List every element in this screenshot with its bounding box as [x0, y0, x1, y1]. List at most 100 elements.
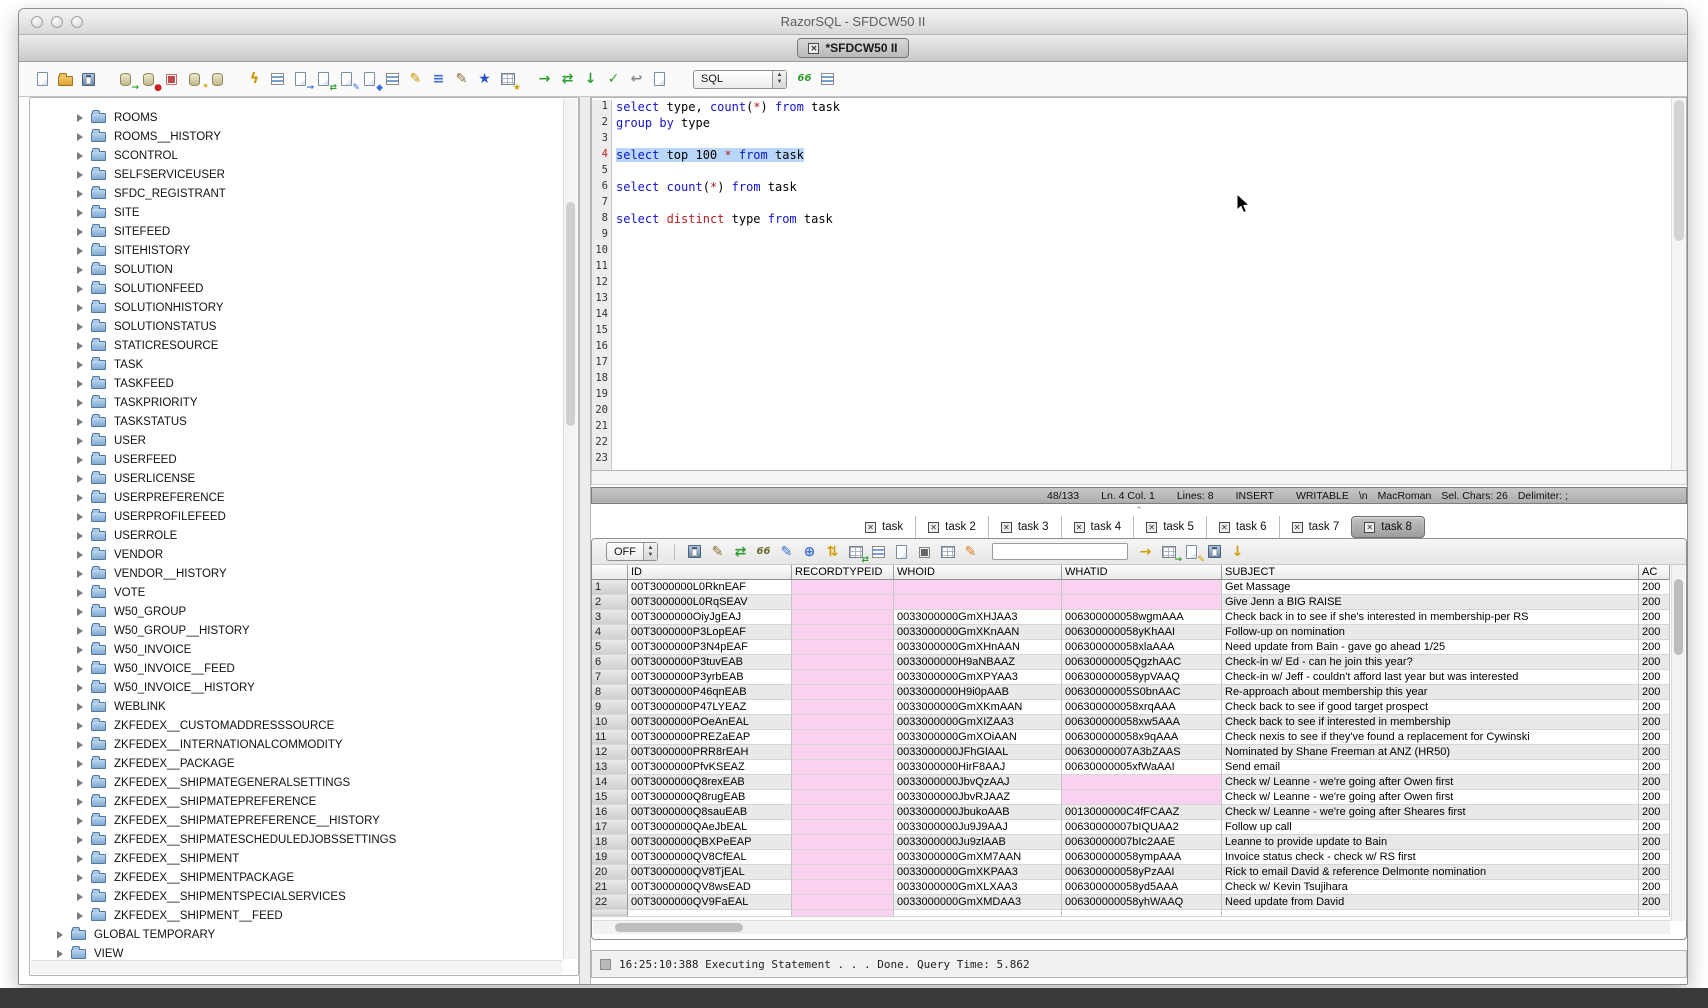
cell-ac[interactable]: 200 — [1639, 775, 1670, 790]
cell-id[interactable]: 00T3000000P3LopEAF — [628, 625, 792, 640]
expand-triangle-icon[interactable] — [77, 703, 83, 711]
expand-triangle-icon[interactable] — [77, 513, 83, 521]
row-list-icon[interactable] — [383, 70, 402, 89]
close-window-button[interactable] — [31, 16, 43, 28]
table-row[interactable]: 1100T3000000PREZaEAP0033000000GmXOiAAN00… — [592, 730, 1670, 745]
cell-whatid[interactable]: 00630000007A3bZAAS — [1062, 745, 1222, 760]
tree-item-zkfedex-customaddresssource[interactable]: ZKFEDEX__CUSTOMADDRESSSOURCE — [30, 716, 562, 735]
cell-subject[interactable]: Check back in to see if she's interested… — [1222, 610, 1639, 625]
re-execute-icon[interactable]: ⇄ — [558, 70, 577, 89]
expand-triangle-icon[interactable] — [77, 342, 83, 350]
cell-whatid[interactable]: 006300000058yd5AAA — [1062, 880, 1222, 895]
tree-item-sitefeed[interactable]: SITEFEED — [30, 222, 562, 241]
expand-triangle-icon[interactable] — [77, 817, 83, 825]
cell-recordtypeid[interactable] — [792, 835, 894, 850]
code-line-18[interactable] — [616, 372, 1670, 388]
cell-subject[interactable]: Give Jenn a BIG RAISE — [1222, 595, 1639, 610]
cell-whatid[interactable]: 006300000058ypVAAQ — [1062, 670, 1222, 685]
cell-whatid[interactable] — [1062, 580, 1222, 595]
row-limit-stepper-icon[interactable]: ▲▼ — [643, 543, 657, 560]
cell-whoid[interactable]: 0033000000H9aNBAAZ — [894, 655, 1062, 670]
cell-subject[interactable]: Check back to see if interested in membe… — [1222, 715, 1639, 730]
table-vertical-scrollbar[interactable] — [1671, 565, 1685, 921]
cell-id[interactable]: 00T3000000P3N4pEAF — [628, 640, 792, 655]
expand-triangle-icon[interactable] — [77, 190, 83, 198]
tree-item-sitehistory[interactable]: SITEHISTORY — [30, 241, 562, 260]
cell-subject[interactable]: Check w/ Leanne - we're going after Shea… — [1222, 805, 1639, 820]
cell-subject[interactable]: Check back to see if good target prospec… — [1222, 700, 1639, 715]
tree-item-vote[interactable]: VOTE — [30, 583, 562, 602]
describe-icon[interactable] — [268, 70, 287, 89]
cell-whoid[interactable]: 0033000000Ju9J9AAJ — [894, 820, 1062, 835]
cell-id[interactable]: 00T3000000Q8sauEAB — [628, 805, 792, 820]
cell-subject[interactable]: Invoice status check - check w/ RS first — [1222, 850, 1639, 865]
tree-item-userfeed[interactable]: USERFEED — [30, 450, 562, 469]
cell-ac[interactable]: 200 — [1639, 580, 1670, 595]
code-line-10[interactable] — [616, 244, 1670, 260]
close-result-tab-icon[interactable]: ✕ — [865, 522, 876, 533]
tree-item-taskfeed[interactable]: TASKFEED — [30, 374, 562, 393]
table-horizontal-scrollbar[interactable] — [593, 920, 1670, 934]
cell-id[interactable]: 00T3000000POeAnEAL — [628, 715, 792, 730]
refresh-results-icon[interactable]: ⇄ — [731, 542, 750, 561]
tree-item-userlicense[interactable]: USERLICENSE — [30, 469, 562, 488]
cell-subject[interactable]: Get Massage — [1222, 580, 1639, 595]
cell-whatid[interactable]: 0013000000C4fFCAAZ — [1062, 805, 1222, 820]
table-row[interactable]: 500T3000000P3N4pEAF0033000000GmXHnAAN006… — [592, 640, 1670, 655]
table-row[interactable]: 1600T3000000Q8sauEAB0033000000JbukoAAB00… — [592, 805, 1670, 820]
expand-triangle-icon[interactable] — [77, 114, 83, 122]
tree-item-solutionhistory[interactable]: SOLUTIONHISTORY — [30, 298, 562, 317]
tree-item-taskstatus[interactable]: TASKSTATUS — [30, 412, 562, 431]
log-doc-icon[interactable] — [650, 70, 669, 89]
copy-table-grid-icon[interactable] — [938, 542, 957, 561]
expand-triangle-icon[interactable] — [77, 551, 83, 559]
cell-subject[interactable]: Rick to email David & reference Delmonte… — [1222, 865, 1639, 880]
quote-sql-icon[interactable]: 66 — [795, 70, 814, 89]
cell-recordtypeid[interactable] — [792, 640, 894, 655]
cell-recordtypeid[interactable] — [792, 625, 894, 640]
expand-triangle-icon[interactable] — [77, 475, 83, 483]
tree-item-zkfedex-shipmategeneralsettings[interactable]: ZKFEDEX__SHIPMATEGENERALSETTINGS — [30, 773, 562, 792]
execute-icon[interactable]: ϟ — [245, 70, 264, 89]
expand-triangle-icon[interactable] — [77, 836, 83, 844]
expand-triangle-icon[interactable] — [77, 209, 83, 217]
cell-whatid[interactable]: 00630000005S0bnAAC — [1062, 685, 1222, 700]
find-next-icon[interactable]: → — [1136, 542, 1155, 561]
expand-triangle-icon[interactable] — [77, 437, 83, 445]
cell-ac[interactable]: 200 — [1639, 760, 1670, 775]
tree-item-userprofilefeed[interactable]: USERPROFILEFEED — [30, 507, 562, 526]
cell-ac[interactable]: 200 — [1639, 595, 1670, 610]
code-line-21[interactable] — [616, 420, 1670, 436]
tree-item-zkfedex-shipmentspecialservices[interactable]: ZKFEDEX__SHIPMENTSPECIALSERVICES — [30, 887, 562, 906]
cell-ac[interactable]: 200 — [1639, 670, 1670, 685]
cell-id[interactable]: 00T3000000QBXPeEAP — [628, 835, 792, 850]
cell-subject[interactable]: Check nexis to see if they've found a re… — [1222, 730, 1639, 745]
sql-mode-stepper-icon[interactable]: ▲▼ — [772, 71, 786, 88]
cell-whatid[interactable]: 006300000058xrqAAA — [1062, 700, 1222, 715]
cell-whoid[interactable]: 0033000000JbvRJAAZ — [894, 790, 1062, 805]
cell-whoid[interactable] — [894, 595, 1062, 610]
cell-ac[interactable]: 200 — [1639, 865, 1670, 880]
cell-subject[interactable]: Send email — [1222, 760, 1639, 775]
expand-triangle-icon[interactable] — [77, 893, 83, 901]
cell-recordtypeid[interactable] — [792, 595, 894, 610]
tree-item-zkfedex-shipmatepreference[interactable]: ZKFEDEX__SHIPMATEPREFERENCE — [30, 792, 562, 811]
execute-forward-icon[interactable]: → — [535, 70, 554, 89]
document-tab[interactable]: ✕ *SFDCW50 II — [797, 38, 908, 58]
cell-ac[interactable]: 200 — [1639, 850, 1670, 865]
close-result-tab-icon[interactable]: ✕ — [1074, 522, 1085, 533]
cell-id[interactable]: 00T3000000PREZaEAP — [628, 730, 792, 745]
table-row[interactable]: 900T3000000P47LYEAZ0033000000GmXKmAAN006… — [592, 700, 1670, 715]
table-row[interactable]: 1000T3000000POeAnEAL0033000000GmXIZAA300… — [592, 715, 1670, 730]
table-row[interactable]: 1900T3000000QV8CfEAL0033000000GmXM7AAN00… — [592, 850, 1670, 865]
copy-table-icon[interactable]: ▣ — [162, 70, 181, 89]
table-row[interactable]: 300T3000000OiyJgEAJ0033000000GmXHJAA3006… — [592, 610, 1670, 625]
tree-item-scontrol[interactable]: SCONTROL — [30, 146, 562, 165]
import-doc-icon[interactable]: ⇄ — [314, 70, 333, 89]
table-row[interactable]: 800T3000000P46qnEAB0033000000H9i0pAAB006… — [592, 685, 1670, 700]
table-row[interactable]: 1200T3000000PRR8rEAH0033000000JFhGlAAL00… — [592, 745, 1670, 760]
cell-whatid[interactable]: 006300000058xlaAAA — [1062, 640, 1222, 655]
pane-splitter[interactable] — [579, 97, 591, 984]
code-line-15[interactable] — [616, 324, 1670, 340]
expand-triangle-icon[interactable] — [77, 912, 83, 920]
